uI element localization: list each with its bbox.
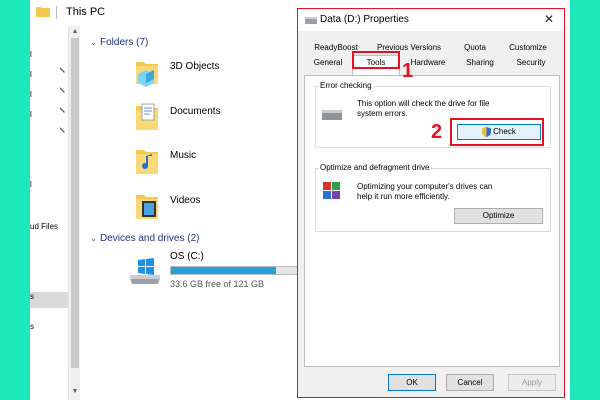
nav-scrollbar[interactable]: ▲ ▼ bbox=[68, 26, 80, 400]
tab-quota[interactable]: Quota bbox=[454, 41, 496, 55]
properties-dialog: Data (D:) Properties ✕ ReadyBoost Previo… bbox=[297, 8, 565, 398]
dialog-title: Data (D:) Properties bbox=[320, 14, 409, 25]
nav-item[interactable]: l bbox=[30, 180, 32, 189]
tab-security[interactable]: Security bbox=[508, 56, 554, 70]
folder-label[interactable]: 3D Objects bbox=[170, 61, 219, 72]
tabs-row-top: ReadyBoost Previous Versions Quota Custo… bbox=[304, 41, 560, 55]
nav-selection-highlight bbox=[30, 292, 68, 308]
drive-icon bbox=[322, 110, 342, 120]
devices-header-label: Devices and drives (2) bbox=[100, 233, 200, 244]
drive-usage-fill bbox=[171, 267, 277, 274]
error-checking-label: Error checking bbox=[319, 81, 373, 90]
folder-label[interactable]: Videos bbox=[170, 195, 200, 206]
folders-section-header[interactable]: ⌄ Folders (7) bbox=[90, 37, 148, 48]
cancel-button[interactable]: Cancel bbox=[446, 374, 494, 391]
nav-item[interactable]: l bbox=[30, 110, 32, 119]
optimize-label: Optimize and defragment drive bbox=[319, 163, 431, 172]
tab-customize[interactable]: Customize bbox=[500, 41, 556, 55]
devices-section-header[interactable]: ⌄ Devices and drives (2) bbox=[90, 233, 199, 244]
nav-item[interactable]: l bbox=[30, 70, 32, 79]
drive-label[interactable]: OS (C:) bbox=[170, 251, 204, 262]
explorer-title: This PC bbox=[66, 6, 106, 18]
tools-tab-highlight bbox=[352, 51, 400, 69]
chevron-down-icon[interactable]: ⌄ bbox=[90, 234, 100, 243]
videos-folder-icon[interactable] bbox=[134, 189, 160, 223]
folders-header-label: Folders (7) bbox=[100, 37, 149, 48]
nav-item[interactable]: l bbox=[30, 50, 32, 59]
3d-objects-folder-icon[interactable] bbox=[134, 56, 160, 90]
optimize-button[interactable]: Optimize bbox=[454, 208, 543, 224]
nav-item[interactable]: s bbox=[30, 322, 34, 331]
check-button-highlight bbox=[450, 118, 544, 146]
optimize-description: Optimizing your computer's drives can he… bbox=[357, 182, 493, 201]
defragment-icon bbox=[323, 182, 340, 199]
folder-icon bbox=[36, 7, 50, 17]
pin-icon[interactable] bbox=[58, 126, 66, 134]
scroll-up-arrow-icon[interactable]: ▲ bbox=[71, 28, 79, 36]
nav-item[interactable]: s bbox=[30, 292, 34, 301]
tab-sharing[interactable]: Sharing bbox=[458, 56, 502, 70]
close-icon[interactable]: ✕ bbox=[544, 12, 554, 26]
step-1-marker: 1 bbox=[402, 60, 414, 82]
nav-item[interactable]: ud Files bbox=[30, 222, 58, 231]
nav-item[interactable]: l bbox=[30, 90, 32, 99]
pin-icon[interactable] bbox=[58, 86, 66, 94]
drive-free-space: 33.6 GB free of 121 GB bbox=[170, 279, 265, 289]
tabs-row-bottom: General Tools Hardware Sharing Security bbox=[304, 56, 560, 70]
titlebar-divider bbox=[56, 6, 57, 19]
music-folder-icon[interactable] bbox=[134, 144, 160, 178]
navigation-pane: l l l l l ud Files s s bbox=[30, 26, 68, 400]
documents-folder-icon[interactable] bbox=[134, 100, 160, 134]
folder-label[interactable]: Music bbox=[170, 150, 196, 161]
explorer-titlebar: This PC bbox=[30, 0, 330, 26]
chevron-down-icon[interactable]: ⌄ bbox=[90, 38, 100, 47]
scrollbar-thumb[interactable] bbox=[71, 38, 79, 368]
pin-icon[interactable] bbox=[58, 66, 66, 74]
windows-drive-icon[interactable] bbox=[128, 258, 162, 288]
dialog-titlebar: Data (D:) Properties ✕ bbox=[298, 9, 564, 31]
pin-icon[interactable] bbox=[58, 106, 66, 114]
folder-label[interactable]: Documents bbox=[170, 106, 221, 117]
ok-button[interactable]: OK bbox=[388, 374, 436, 391]
scroll-down-arrow-icon[interactable]: ▼ bbox=[71, 388, 79, 396]
tab-general[interactable]: General bbox=[306, 56, 350, 70]
drive-usage-bar bbox=[170, 266, 318, 275]
drive-icon bbox=[305, 17, 317, 24]
error-checking-description: This option will check the drive for fil… bbox=[357, 99, 490, 118]
apply-button: Apply bbox=[508, 374, 556, 391]
step-2-marker: 2 bbox=[431, 121, 443, 143]
